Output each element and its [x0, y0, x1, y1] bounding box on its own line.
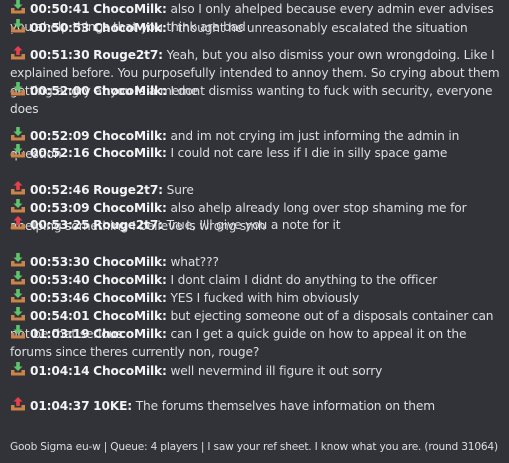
message-timestamp: 00:53:25 — [30, 218, 90, 232]
inbox-download-icon — [10, 199, 26, 214]
message-timestamp: 00:53:30 — [30, 255, 90, 269]
inbox-upload-icon — [10, 46, 26, 61]
inbox-download-icon — [10, 0, 26, 15]
inbox-upload-icon-svg — [11, 216, 25, 230]
chat-message: 00:52:46 Rouge2t7: Sure — [10, 181, 500, 199]
message-text: Sure — [166, 183, 194, 197]
message-username: 10KE: — [93, 399, 133, 413]
inbox-download-icon-svg — [11, 0, 25, 14]
inbox-download-icon — [10, 19, 26, 34]
message-timestamp: 00:50:41 — [30, 2, 90, 16]
message-timestamp: 00:51:30 — [30, 48, 90, 62]
chat-message: 00:53:46 ChocoMilk: YES I fucked with hi… — [10, 289, 500, 307]
chat-message: 00:53:25 Rouge2t7: True, I'll give you a… — [10, 216, 500, 234]
message-timestamp: 00:50:53 — [30, 21, 90, 35]
chat-message: 01:03:19 ChocoMilk: can I get a quick gu… — [10, 325, 500, 361]
message-text: The forums themselves have information o… — [135, 399, 435, 413]
inbox-upload-icon-svg — [11, 46, 25, 60]
inbox-download-icon — [10, 127, 26, 142]
message-text: I dont claim I didnt do anything to the … — [170, 273, 438, 287]
inbox-upload-icon — [10, 181, 26, 196]
chat-log: 00:50:41 ChocoMilk: also I only ahelped … — [0, 0, 509, 463]
inbox-download-icon-svg — [11, 253, 25, 267]
message-text: I thought he unreasonably escalated the … — [170, 21, 468, 35]
message-username: Rouge2t7: — [93, 48, 163, 62]
message-timestamp: 00:52:16 — [30, 146, 90, 160]
chat-message: 00:53:40 ChocoMilk: I dont claim I didnt… — [10, 271, 500, 289]
chat-message: 00:53:30 ChocoMilk: what??? — [10, 253, 500, 271]
inbox-download-icon-svg — [11, 362, 25, 376]
message-username: ChocoMilk: — [93, 146, 167, 160]
message-username: ChocoMilk: — [93, 84, 167, 98]
inbox-download-icon-svg — [11, 144, 25, 158]
message-username: ChocoMilk: — [93, 2, 167, 16]
message-text: I could not care less if I die in silly … — [170, 146, 448, 160]
inbox-download-icon-svg — [11, 19, 25, 33]
inbox-download-icon — [10, 289, 26, 304]
message-timestamp: 00:53:46 — [30, 291, 90, 305]
inbox-download-icon-svg — [11, 289, 25, 303]
inbox-upload-icon — [10, 216, 26, 231]
message-timestamp: 00:54:01 — [30, 309, 90, 323]
message-timestamp: 00:53:40 — [30, 273, 90, 287]
message-username: ChocoMilk: — [93, 364, 167, 378]
message-username: ChocoMilk: — [93, 21, 167, 35]
message-username: Rouge2t7: — [93, 218, 163, 232]
message-username: ChocoMilk: — [93, 273, 167, 287]
chat-message: 01:04:14 ChocoMilk: well nevermind ill f… — [10, 362, 500, 380]
inbox-download-icon-svg — [11, 271, 25, 285]
server-status-footer: Goob Sigma eu-w | Queue: 4 players | I s… — [10, 441, 498, 453]
message-username: ChocoMilk: — [93, 255, 167, 269]
message-username: ChocoMilk: — [93, 129, 167, 143]
inbox-download-icon-svg — [11, 82, 25, 96]
inbox-download-icon — [10, 271, 26, 286]
chat-message: 00:50:53 ChocoMilk: I thought he unreaso… — [10, 19, 500, 37]
message-username: ChocoMilk: — [93, 309, 167, 323]
inbox-download-icon-svg — [11, 127, 25, 141]
inbox-download-icon-svg — [11, 307, 25, 321]
inbox-upload-icon-svg — [11, 397, 25, 411]
message-timestamp: 00:52:46 — [30, 183, 90, 197]
message-username: ChocoMilk: — [93, 327, 167, 341]
inbox-download-icon — [10, 253, 26, 268]
message-timestamp: 00:53:09 — [30, 201, 90, 215]
chat-message: 00:52:00 ChocoMilk: I dont dismiss wanti… — [10, 82, 500, 118]
message-username: Rouge2t7: — [93, 183, 163, 197]
message-text: True, I'll give you a note for it — [166, 218, 341, 232]
message-text: what??? — [170, 255, 219, 269]
message-username: ChocoMilk: — [93, 291, 167, 305]
inbox-download-icon-svg — [11, 199, 25, 213]
inbox-upload-icon — [10, 397, 26, 412]
message-username: ChocoMilk: — [93, 201, 167, 215]
message-timestamp: 00:52:09 — [30, 129, 90, 143]
message-timestamp: 01:04:14 — [30, 364, 90, 378]
inbox-download-icon-svg — [11, 325, 25, 339]
inbox-download-icon — [10, 307, 26, 322]
inbox-download-icon — [10, 82, 26, 97]
chat-message: 00:52:16 ChocoMilk: I could not care les… — [10, 144, 500, 162]
message-text: well nevermind ill figure it out sorry — [170, 364, 383, 378]
inbox-download-icon — [10, 325, 26, 340]
message-text: YES I fucked with him obviously — [170, 291, 359, 305]
inbox-upload-icon-svg — [11, 181, 25, 195]
message-timestamp: 01:03:19 — [30, 327, 90, 341]
message-timestamp: 00:52:00 — [30, 84, 90, 98]
message-timestamp: 01:04:37 — [30, 399, 90, 413]
inbox-download-icon — [10, 144, 26, 159]
inbox-download-icon — [10, 362, 26, 377]
chat-message: 01:04:37 10KE: The forums themselves hav… — [10, 397, 500, 415]
